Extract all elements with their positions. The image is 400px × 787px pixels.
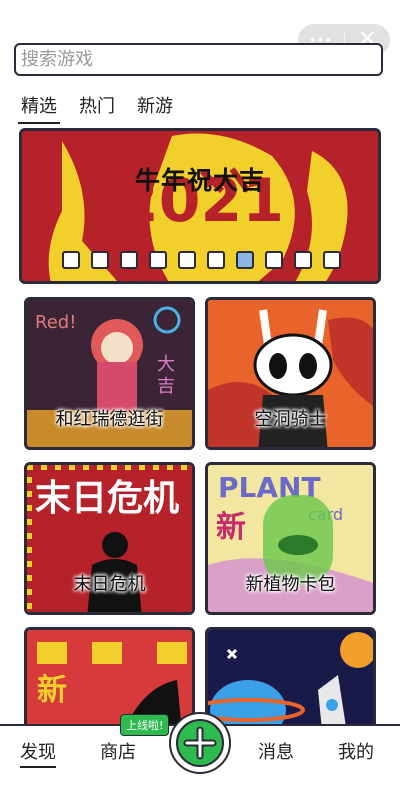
- svg-text:末日危机: 末日危机: [35, 478, 179, 519]
- carousel-dot-active[interactable]: [236, 251, 254, 269]
- banner-title: 牛年祝大吉: [134, 166, 265, 195]
- plus-icon: [176, 719, 224, 767]
- carousel-dot[interactable]: [149, 251, 167, 269]
- game-title: 空洞骑士: [254, 409, 327, 430]
- svg-text:新: 新: [37, 673, 67, 708]
- game-card-hollow-knight[interactable]: 空洞骑士: [205, 297, 376, 450]
- game-title: 末日危机: [73, 574, 146, 595]
- carousel-indicator: [62, 251, 341, 269]
- tab-hot[interactable]: 热门: [76, 92, 118, 124]
- search-bar: [14, 43, 383, 76]
- carousel-dot[interactable]: [323, 251, 341, 269]
- game-title: 和红瑞德逛街: [55, 409, 164, 430]
- svg-text:大: 大: [157, 354, 175, 375]
- svg-text:吉: 吉: [157, 376, 175, 397]
- tab-featured[interactable]: 精选: [18, 92, 60, 124]
- carousel-dot[interactable]: [91, 251, 109, 269]
- carousel-dot[interactable]: [62, 251, 80, 269]
- game-title: 新植物卡包: [245, 574, 336, 595]
- nav-messages[interactable]: 消息: [258, 738, 294, 764]
- carousel-dot[interactable]: [265, 251, 283, 269]
- carousel-dot[interactable]: [120, 251, 138, 269]
- game-card-doomsday[interactable]: 末日危机 末日危机: [24, 462, 195, 615]
- nav-shop[interactable]: 商店: [100, 738, 136, 764]
- game-card-red-street[interactable]: Red! 大 吉 和红瑞德逛街: [24, 297, 195, 450]
- banner-carousel[interactable]: 2021 牛年祝大吉: [19, 128, 381, 284]
- search-input[interactable]: [21, 49, 381, 70]
- nav-discover[interactable]: 发现: [20, 738, 56, 768]
- game-card-plant-pack[interactable]: PLANT card 新 新植物卡包: [205, 462, 376, 615]
- nav-me[interactable]: 我的: [338, 738, 374, 764]
- tab-bar: 精选 热门 新游: [18, 92, 176, 124]
- svg-text:新: 新: [216, 510, 246, 545]
- create-button[interactable]: [169, 712, 231, 774]
- tab-new[interactable]: 新游: [134, 92, 176, 124]
- shop-badge: 上线啦!: [120, 714, 170, 736]
- carousel-dot[interactable]: [178, 251, 196, 269]
- carousel-dot[interactable]: [207, 251, 225, 269]
- carousel-dot[interactable]: [294, 251, 312, 269]
- bottom-nav: 发现 商店 上线啦! 消息 我的: [0, 712, 400, 787]
- svg-text:Red!: Red!: [35, 312, 76, 333]
